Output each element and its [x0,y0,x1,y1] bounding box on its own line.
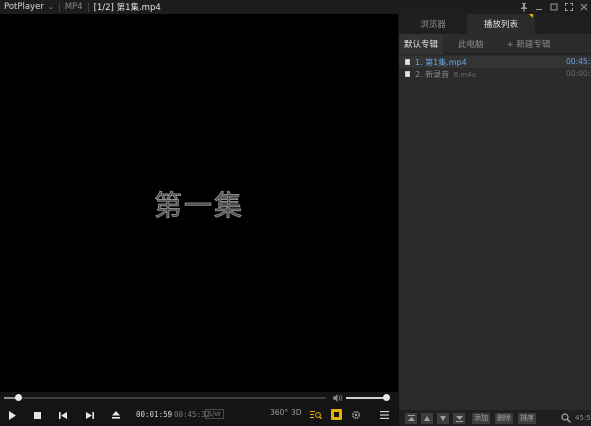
search-icon [561,413,571,423]
video-area[interactable]: 第一集 [0,14,398,392]
minimize-button[interactable] [531,0,546,14]
settings-button[interactable] [349,408,363,422]
list-search-icon [310,411,322,420]
album-default[interactable]: 默认专辑 [399,33,444,54]
tab-strip-filler [535,14,591,34]
playlist-item-duration: 00:00:27 [566,69,591,78]
media-format: MP4 [64,2,83,12]
speaker-icon [333,394,342,402]
playlist-search-button[interactable] [561,413,571,423]
move-up-button[interactable] [421,413,433,424]
active-tab-marker [529,14,533,18]
app-brand: PotPlayer [4,2,44,12]
capture-button[interactable] [331,409,342,420]
gear-icon [351,410,361,420]
seek-bar[interactable] [4,394,326,401]
window-controls [516,0,591,14]
sort-button[interactable]: 排序 [518,413,536,424]
album-this-pc[interactable]: 此电脑 [453,34,489,54]
tab-label: 播放列表 [483,20,518,30]
decoder-badge[interactable]: S/W [205,409,224,419]
playback-controls: 00:01:59 / 00:45:32 S/W 360° 3D [0,404,398,426]
menu-button[interactable] [377,408,391,422]
seek-handle[interactable] [14,394,22,401]
playlist-item[interactable]: 2. 新录音 8.m4a 00:00:27 [399,68,591,80]
arrow-up-icon [424,416,430,421]
chevron-down-icon: ⌄ [47,3,54,11]
video-subtitle-text: 第一集 [153,189,244,223]
maximize-icon [550,3,557,11]
previous-button[interactable] [56,408,70,422]
add-button[interactable]: 添加 [472,413,490,424]
stop-icon [33,411,41,419]
move-down-button[interactable] [437,413,449,424]
eject-icon [112,411,120,419]
volume-button[interactable] [333,394,343,402]
skip-previous-icon [59,411,67,419]
pin-button[interactable] [516,0,531,14]
album-label: 此电脑 [458,39,484,50]
video-search-button[interactable] [309,408,323,422]
title-divider [58,2,60,12]
menu-icon [379,411,389,419]
file-icon [405,59,410,65]
move-bottom-icon [455,416,463,422]
move-top-icon [407,415,415,421]
close-icon [580,3,587,11]
playlist-item[interactable]: 1. 第1集.mp4 00:45:32 [399,56,591,68]
move-top-button[interactable] [405,413,417,424]
title-bar: PotPlayer ⌄ MP4 [1/2] 第1集.mp4 [0,0,591,14]
eject-button[interactable] [109,408,123,422]
3d-button[interactable]: 3D [291,408,302,417]
playlist-panel: 浏览器 播放列表 默认专辑 此电脑 + 新建专辑 1. 第1集.mp4 00:4… [398,14,591,426]
playlist-item-title: 2. 新录音 8.m4a [415,69,476,79]
playlist-total-duration: 45:59 [575,414,591,422]
time-separator: / [168,410,171,419]
file-icon [405,71,410,77]
tab-browser[interactable]: 浏览器 [399,14,467,34]
volume-slider[interactable] [346,394,390,401]
tab-playlist[interactable]: 播放列表 [467,14,535,34]
window-title: [1/2] 第1集.mp4 [93,3,161,13]
pin-icon [520,2,527,12]
delete-button[interactable]: 删除 [495,413,513,424]
move-bottom-button[interactable] [453,413,465,424]
panel-tabs: 浏览器 播放列表 [399,14,591,34]
title-divider [87,2,89,12]
maximize-button[interactable] [546,0,561,14]
play-icon [9,410,16,420]
fullscreen-icon [564,3,573,11]
album-label: 默认专辑 [404,39,439,50]
playlist: 1. 第1集.mp4 00:45:32 2. 新录音 8.m4a 00:00:2… [399,56,591,80]
arrow-down-icon [440,416,446,421]
fullscreen-button[interactable] [561,0,576,14]
volume-slider-fill [346,397,386,399]
playlist-item-title: 1. 第1集.mp4 [415,57,467,67]
close-button[interactable] [576,0,591,14]
album-tabs: 默认专辑 此电脑 + 新建专辑 [399,33,591,54]
time-current[interactable]: 00:01:59 [136,410,172,419]
tab-label: 浏览器 [420,20,446,30]
vr-360-button[interactable]: 360° [270,408,288,417]
stop-button[interactable] [30,408,44,422]
skip-next-icon [86,411,94,419]
app-menu-button[interactable]: PotPlayer ⌄ [0,2,54,12]
new-album-button[interactable]: + 新建专辑 [499,38,551,50]
volume-handle[interactable] [382,394,390,401]
playlist-item-duration: 00:45:32 [566,57,591,66]
play-button[interactable] [5,408,19,422]
next-button[interactable] [83,408,97,422]
playlist-toolbar: 添加 删除 排序 45:59 [399,410,591,426]
seek-row [0,392,398,404]
minimize-icon [535,9,542,10]
